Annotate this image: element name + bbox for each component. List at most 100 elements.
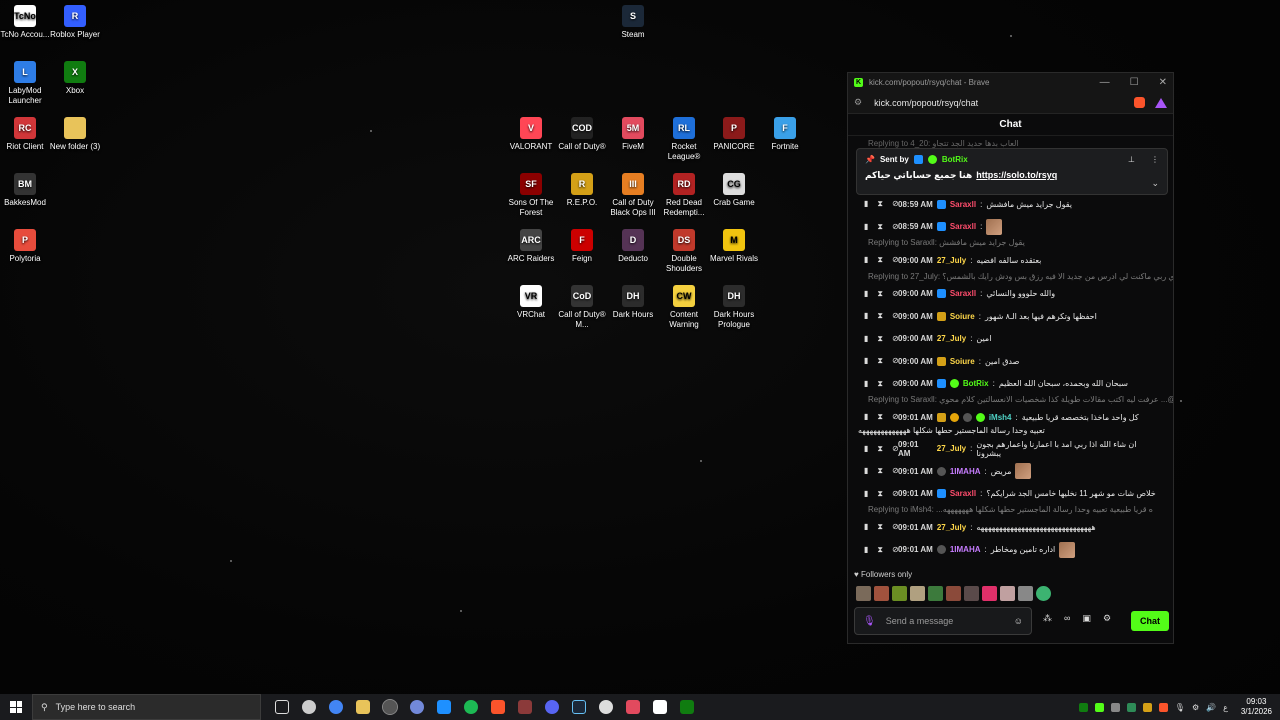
message-input[interactable]: 🎙 Send a message ☺ [854,607,1032,635]
desktop-shortcut[interactable]: TcNo TcNo Accou... [0,5,52,40]
message-username[interactable]: iMsh4 [989,413,1012,422]
message-username[interactable]: Saraxll [950,200,976,209]
pinned-message[interactable]: 📌 Sent by BotRix ⊥ ⋮ هنا جميع حساباتي حي… [856,148,1168,195]
steam-taskbar-icon[interactable] [572,700,586,714]
desktop-shortcut[interactable]: RL Rocket League® [657,117,711,162]
timeout-icon[interactable]: ⧗ [877,545,883,555]
xbox-tray-icon[interactable] [1078,702,1088,712]
volume-icon[interactable]: 🔊 [1206,703,1216,712]
tray-app-icon[interactable] [1126,702,1136,712]
desktop-shortcut[interactable]: DH Dark Hours [606,285,660,320]
chevron-down-icon[interactable]: ⌄ [1151,178,1159,189]
unpin-icon[interactable]: ⊥ [1128,155,1135,164]
store-icon[interactable] [437,700,451,714]
desktop-shortcut[interactable]: COD Call of Duty® [555,117,609,152]
chat-message[interactable]: ▮ ⧗ ⊘ 09:01 AM Saraxll: خلاص شات مو شهر 11 نخ… [848,483,1173,506]
chat-message[interactable]: ▮ ⧗ ⊘ 09:01 AM 1IMAHA: مريض [848,460,1173,483]
delete-icon[interactable]: ▮ [864,222,868,232]
timeout-icon[interactable]: ⧗ [877,334,883,344]
search-placeholder[interactable]: Type here to search [56,702,136,712]
timeout-icon[interactable]: ⧗ [877,311,883,321]
timeout-icon[interactable]: ⧗ [877,489,883,499]
chat-message[interactable]: ▮ ⧗ ⊘ 09:01 AM 27_July: ان شاء الله اذا ربي ا… [848,438,1173,461]
tray-app-icon[interactable] [1110,702,1120,712]
site-settings-icon[interactable]: ⚙ [854,97,862,108]
brave-rewards-icon[interactable] [1155,97,1167,108]
message-username[interactable]: 27_July [937,334,966,343]
message-username[interactable]: 1IMAHA [950,545,981,554]
desktop-shortcut[interactable]: P PANICORE [707,117,761,152]
chrome-icon[interactable] [329,700,343,714]
desktop-shortcut[interactable]: RC Riot Client [0,117,52,152]
emote[interactable] [910,586,925,601]
clock[interactable]: 09:03 3/1/2026 [1241,697,1272,717]
message-username[interactable]: BotRix [963,379,989,388]
desktop-shortcut[interactable]: CoD Call of Duty® M... [555,285,609,330]
chat-message[interactable]: ▮ ⧗ ⊘ 09:01 AM 1IMAHA: اداره تامين ومخاطر [848,539,1173,562]
chat-message[interactable]: ▮ ⧗ ⊘ 09:00 AM 27_July: بعتقده سالفه افضيه [848,249,1173,272]
emote[interactable] [1036,586,1051,601]
delete-icon[interactable]: ▮ [864,289,868,299]
task-view-icon[interactable] [275,700,289,714]
tray-app-icon[interactable] [1158,702,1168,712]
desktop-shortcut[interactable]: F Feign [555,229,609,264]
desktop-shortcut[interactable]: L LabyMod Launcher [0,61,52,106]
obs-icon[interactable] [382,699,398,715]
emote[interactable] [946,586,961,601]
emote[interactable] [964,586,979,601]
start-button[interactable] [0,701,32,713]
desktop-shortcut[interactable]: RD Red Dead Redempti... [657,173,711,218]
timeout-icon[interactable]: ⧗ [877,379,883,389]
emote[interactable] [982,586,997,601]
desktop-shortcut[interactable]: CG Crab Game [707,173,761,208]
delete-icon[interactable]: ▮ [864,334,868,344]
desktop-shortcut[interactable]: SF Sons Of The Forest [504,173,558,218]
minimize-button[interactable]: — [1100,77,1110,88]
spotify-icon[interactable] [464,700,478,714]
kick-tray-icon[interactable] [1094,702,1104,712]
desktop-shortcut[interactable]: M Marvel Rivals [707,229,761,264]
desktop-shortcut[interactable]: X Xbox [48,61,102,96]
address-bar[interactable]: ⚙ kick.com/popout/rsyq/chat [848,92,1173,114]
discord-icon[interactable] [545,700,559,714]
delete-icon[interactable]: ▮ [864,444,868,454]
desktop-shortcut[interactable]: F Fortnite [758,117,812,152]
desktop-shortcut[interactable]: D Deducto [606,229,660,264]
pinned-user[interactable]: BotRix [942,155,968,164]
fivem-taskbar-icon[interactable] [626,700,640,714]
timeout-icon[interactable]: ⧗ [877,444,883,454]
infinity-icon[interactable]: ∞ [1064,613,1070,624]
chat-send-button[interactable]: Chat [1131,611,1169,631]
delete-icon[interactable]: ▮ [864,522,868,532]
message-username[interactable]: Soiure [950,357,975,366]
desktop-shortcut[interactable]: P Polytoria [0,229,52,264]
desktop-shortcut[interactable]: DS Double Shoulders [657,229,711,274]
chat-message[interactable]: ▮ ⧗ ⊘ 09:00 AM 27_July: امين [848,328,1173,351]
chat-message[interactable]: ▮ ⧗ ⊘ 09:00 AM Soiure: صدق امين [848,350,1173,373]
pinned-link[interactable]: https://solo.to/rsyq [976,170,1057,181]
delete-icon[interactable]: ▮ [864,356,868,366]
more-options-icon[interactable]: ⋮ [1151,155,1159,164]
delete-icon[interactable]: ▮ [864,379,868,389]
desktop-shortcut[interactable]: New folder (3) [48,117,102,152]
delete-icon[interactable]: ▮ [864,311,868,321]
network-icon[interactable]: ⚙ [1192,703,1199,712]
desktop-shortcut[interactable]: BM BakkesMod [0,173,52,208]
brave-icon[interactable] [491,700,505,714]
chat-messages[interactable]: Replying to 4_20: العاب بدها حديد الجد ت… [848,137,1173,567]
xbox-taskbar-icon[interactable] [680,700,694,714]
desktop-shortcut[interactable]: R Roblox Player [48,5,102,40]
delete-icon[interactable]: ▮ [864,489,868,499]
message-username[interactable]: 27_July [937,523,966,532]
chat-message[interactable]: ▮ ⧗ ⊘ 09:00 AM Saraxll: والله حلووو والنسائي [848,283,1173,306]
close-button[interactable]: ✕ [1159,77,1167,88]
mic-tray-icon[interactable]: 🎙 [1175,703,1185,712]
emote[interactable] [928,586,943,601]
brave-shields-icon[interactable] [1134,97,1145,108]
message-username[interactable]: Saraxll [950,489,976,498]
desktop-shortcut[interactable]: S Steam [606,5,660,40]
community-icon[interactable]: ⁂ [1043,613,1052,624]
message-username[interactable]: 27_July [937,444,966,453]
desktop-shortcut[interactable]: 5M FiveM [606,117,660,152]
message-username[interactable]: Saraxll [950,222,976,231]
